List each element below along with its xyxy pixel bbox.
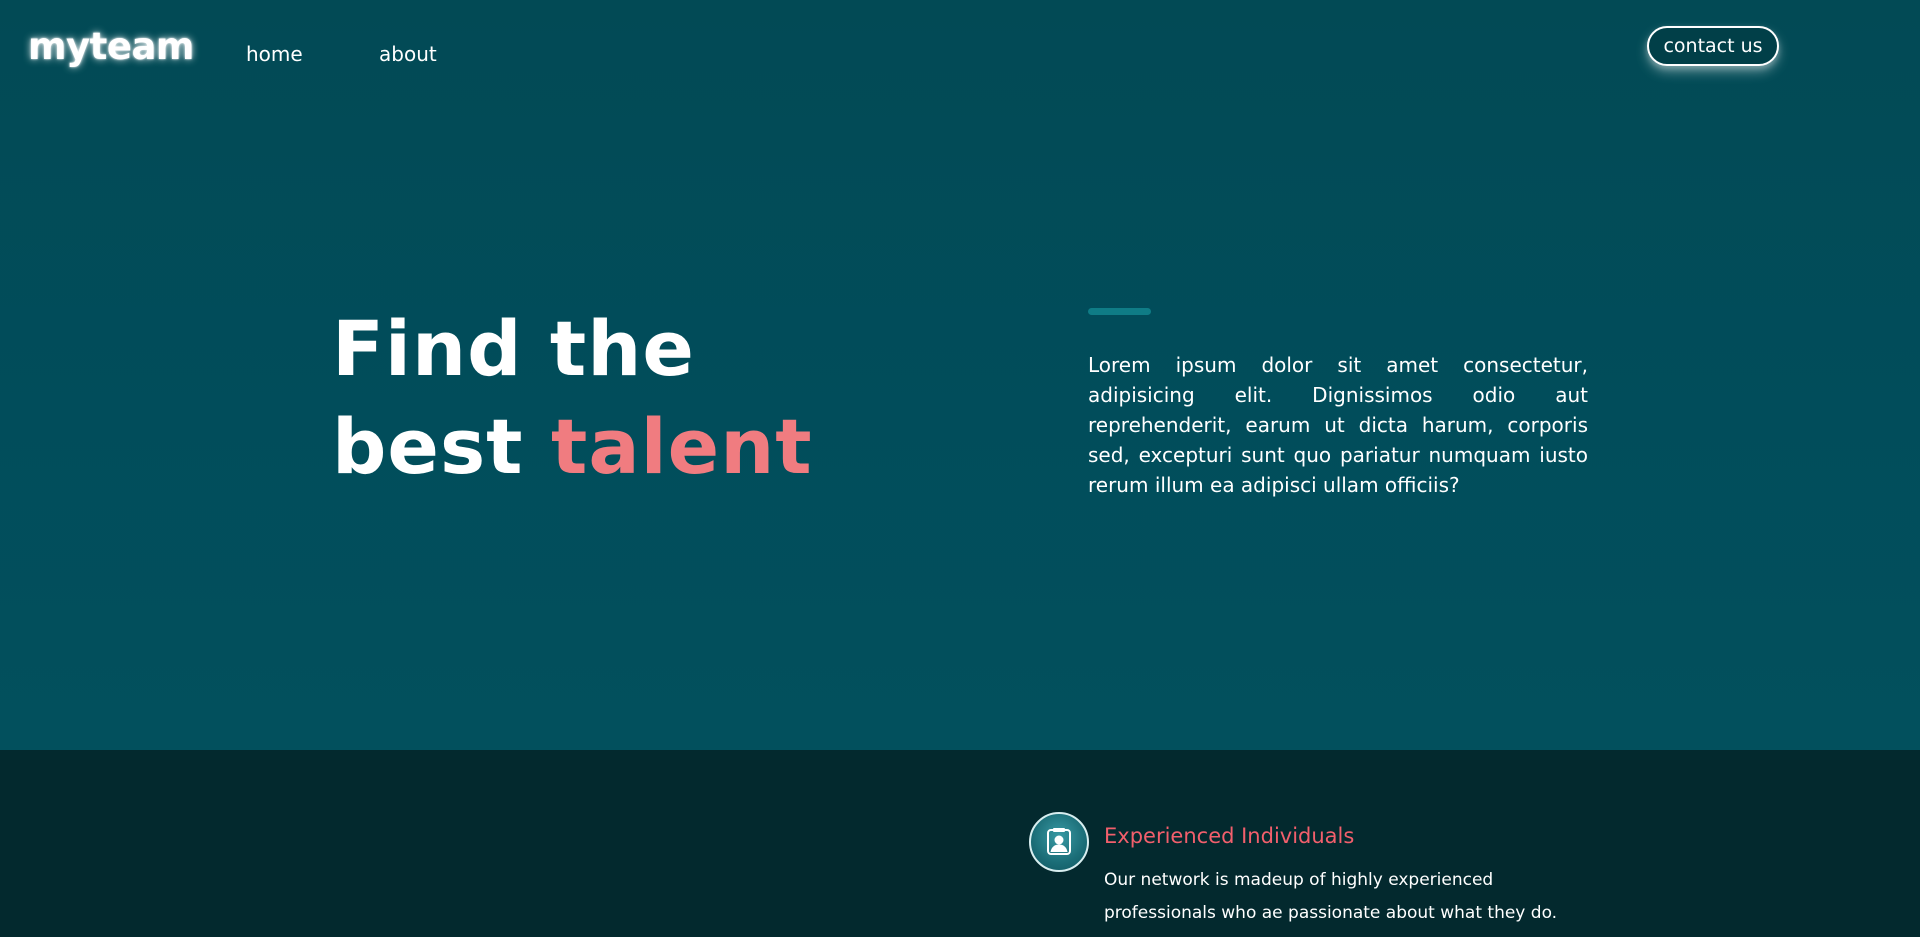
features-section: Experienced Individuals Our network is m… [0, 750, 1920, 937]
contact-us-button[interactable]: contact us [1647, 26, 1779, 66]
hero-description: Lorem ipsum dolor sit amet consectetur, … [1088, 353, 1588, 497]
user-icon-graphic [1047, 828, 1071, 855]
accent-bar [1088, 308, 1151, 315]
hero-headline: Find the best talent [332, 300, 813, 496]
feature-description: Our network is madeup of highly experien… [1104, 870, 1558, 923]
logo[interactable]: myteam [28, 28, 194, 65]
headline-line-2-prefix: best [332, 402, 551, 491]
headline-line-1: Find the [332, 304, 695, 393]
headline-accent: talent [550, 402, 813, 491]
hero-section: myteam home about contact us Find the be… [0, 0, 1920, 750]
nav-link-home[interactable]: home [246, 44, 303, 64]
feature-title: Experienced Individuals [1104, 824, 1355, 848]
nav-link-about[interactable]: about [379, 44, 437, 64]
page: myteam home about contact us Find the be… [0, 0, 1920, 937]
user-icon [1029, 812, 1089, 872]
